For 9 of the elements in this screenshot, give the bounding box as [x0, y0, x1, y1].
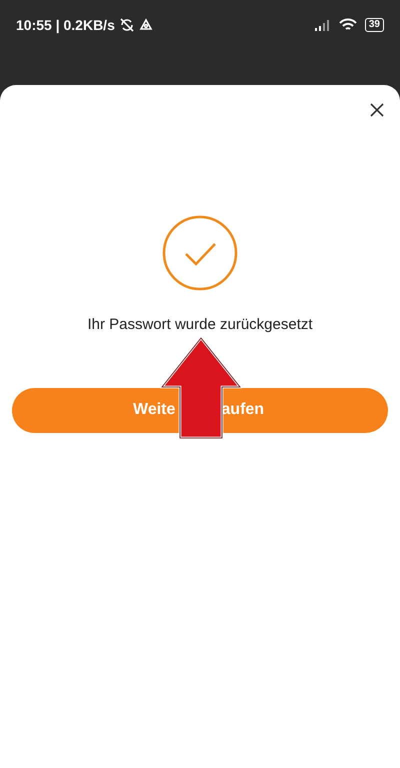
signal-icon — [314, 19, 331, 31]
drive-icon — [138, 18, 153, 32]
close-icon — [369, 102, 385, 118]
success-message: Ihr Passwort wurde zurückgesetzt — [87, 315, 313, 335]
status-time: 10:55 | 0.2KB/s — [16, 16, 115, 36]
check-circle-icon — [162, 215, 238, 291]
sync-off-icon — [118, 17, 135, 33]
wifi-icon — [338, 18, 357, 32]
battery-indicator: 39 — [364, 18, 384, 32]
